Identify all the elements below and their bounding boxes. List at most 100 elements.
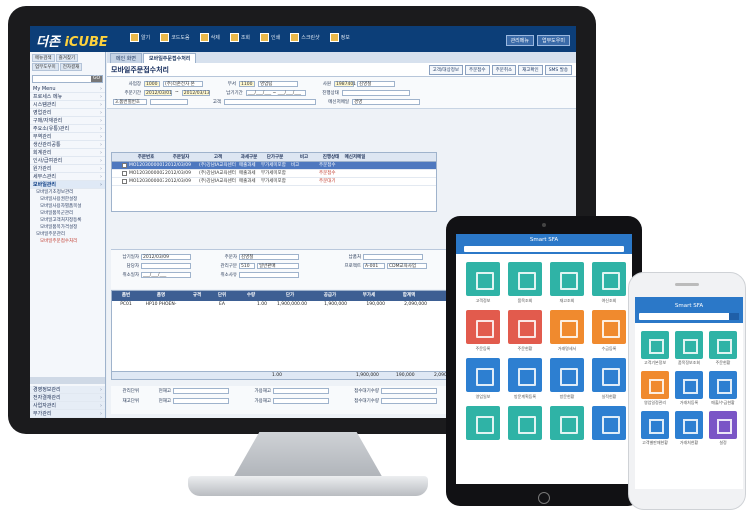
tablet-app-tile[interactable]: 주문등록	[466, 310, 500, 352]
sidebar-subitem[interactable]: 모바일기초정보관리	[30, 189, 105, 196]
phone-app-tile[interactable]: 고객별판매현황	[641, 411, 669, 445]
avail2-field[interactable]	[273, 398, 329, 404]
order-type-value-field[interactable]	[150, 98, 188, 105]
sidebar-top-button[interactable]: 즐겨찾기	[55, 54, 79, 62]
sidebar-subitem[interactable]: 모바일사용자별품목설	[30, 203, 105, 210]
sidebar-item[interactable]: 무역관리	[30, 133, 105, 141]
sidebar-item[interactable]: 모바일관리	[30, 181, 105, 189]
avail1-field[interactable]	[273, 388, 329, 394]
period-from-field[interactable]: 2012/03/01	[144, 89, 172, 96]
phone-app-tile[interactable]: 거래처등록	[675, 371, 703, 405]
sidebar-item[interactable]: 원가관리	[30, 165, 105, 173]
sidebar-item[interactable]: 주요소(유통)관리	[30, 125, 105, 133]
sidebar-item[interactable]: 영업관리	[30, 109, 105, 117]
sidebar-item[interactable]: 전자결재관리	[30, 394, 105, 402]
manage-code-field[interactable]: 510	[239, 262, 255, 269]
tablet-app-tile[interactable]	[550, 406, 584, 448]
sidebar-item[interactable]: 회계관리	[30, 149, 105, 157]
wait2-field[interactable]	[381, 398, 437, 404]
top-menu-item[interactable]: 인쇄	[260, 33, 280, 42]
tablet-app-tile[interactable]: 영업일보	[466, 358, 500, 400]
customer-field[interactable]	[224, 98, 316, 105]
company-name-field[interactable]: (주)더존전자 본	[163, 80, 203, 87]
sidebar-subitem[interactable]: 모바일품목군관리	[30, 210, 105, 217]
company-code-field[interactable]: 1000	[144, 80, 160, 87]
sidebar-item[interactable]: 인사/급여관리	[30, 157, 105, 165]
sidebar-subitem[interactable]: 모바일사용권한설정	[30, 196, 105, 203]
sidebar-item[interactable]: 세무스관리	[30, 173, 105, 181]
tablet-app-tile[interactable]	[592, 406, 626, 448]
project-code-field[interactable]: A-001	[363, 262, 385, 269]
tablet-app-tile[interactable]: 거래명세서	[550, 310, 584, 352]
top-right-button[interactable]: 관리메뉴	[505, 35, 534, 46]
sidebar-item[interactable]: 시스템관리	[30, 101, 105, 109]
top-menu-item[interactable]: 코드도움	[160, 33, 190, 42]
top-menu-item[interactable]: 정보	[329, 33, 350, 42]
sidebar-item[interactable]: 프로세스 메뉴	[30, 93, 105, 101]
action-button[interactable]: 주문취소	[491, 64, 517, 75]
search-icon[interactable]	[729, 313, 739, 320]
phone-app-tile[interactable]: 고객기본정보	[641, 331, 669, 365]
top-menu-item[interactable]: 스크린샷	[290, 33, 320, 42]
tablet-app-tile[interactable]	[508, 406, 542, 448]
sidebar-subitem[interactable]: 모바일주문접수처리	[30, 238, 105, 245]
dept-code-field[interactable]: 1100	[239, 80, 255, 87]
cancel-date-field[interactable]: ___/___/___	[141, 271, 191, 278]
status-select[interactable]	[341, 89, 410, 96]
home-button[interactable]	[538, 492, 550, 504]
tablet-app-tile[interactable]	[466, 406, 500, 448]
tablet-app-tile[interactable]: 실적현황	[592, 358, 626, 400]
top-right-button[interactable]: 업무도우미	[536, 35, 570, 46]
order-type-select[interactable]: 3.품번별번호	[113, 98, 147, 105]
sidebar-search-input[interactable]: GO	[32, 75, 103, 83]
phone-app-tile[interactable]: 거래처현황	[675, 411, 703, 445]
table-row[interactable]: MO1203000002 2012/03/09 (주)강남IA교육센터 매출과세 부가세…	[112, 170, 436, 178]
tablet-app-tile[interactable]: 여신조회	[592, 262, 626, 304]
sidebar-subitem[interactable]: 모바일주문관리	[30, 231, 105, 238]
orderer-field[interactable]: 김영철	[239, 253, 299, 260]
wait1-field[interactable]	[381, 388, 437, 394]
phone-search-input[interactable]	[639, 313, 739, 320]
sidebar-item[interactable]: 경영정보관리	[30, 386, 105, 394]
row-checkbox[interactable]	[121, 163, 127, 168]
tablet-app-tile[interactable]: 고객정보	[466, 262, 500, 304]
phone-app-tile[interactable]: 품목정보조회	[675, 331, 703, 365]
owner-field[interactable]	[141, 262, 191, 269]
sidebar-item[interactable]: 부가관리	[30, 410, 105, 418]
top-menu-item[interactable]: 조회	[229, 33, 250, 42]
delivery-range-field[interactable]: ___/___/___ ~ ___/___/___	[245, 89, 306, 96]
action-button[interactable]: 주문접수	[465, 64, 490, 75]
emp-name-field[interactable]: 김영철	[357, 80, 395, 87]
tablet-app-tile[interactable]: 방문현황	[550, 358, 584, 400]
phone-app-tile[interactable]: 설정	[709, 411, 737, 445]
top-menu-item[interactable]: 삭제	[199, 33, 220, 42]
table-row[interactable]: MO1203000003 2012/03/09 (주)강남IA교육센터 매출과세 부가세…	[112, 178, 436, 186]
period-to-field[interactable]: 2012/03/13	[181, 89, 210, 96]
phone-app-tile[interactable]: 주문현황	[709, 331, 737, 365]
tablet-app-tile[interactable]: 주문현황	[508, 310, 542, 352]
action-button[interactable]: SMS 발송	[544, 64, 572, 75]
stock1-field[interactable]	[173, 388, 229, 394]
manage-name-field[interactable]: 일반판매	[257, 262, 299, 269]
deliverer-field[interactable]	[363, 253, 423, 260]
sidebar-item[interactable]: My Menu	[30, 85, 105, 93]
project-name-field[interactable]: CDM교육사업	[387, 262, 427, 269]
sidebar-item[interactable]: 생산관리공통	[30, 141, 105, 149]
phone-app-tile[interactable]: 영업일정관리	[641, 371, 669, 405]
page-tab[interactable]: 메인 화면	[110, 53, 142, 63]
stock2-field[interactable]	[173, 398, 229, 404]
sidebar-scrollbar[interactable]	[30, 377, 105, 384]
row-checkbox[interactable]	[121, 179, 127, 184]
sidebar-subitem[interactable]: 모바일고객처지정등록	[30, 217, 105, 224]
delivery-date-field[interactable]: 2012/03/09	[141, 253, 191, 260]
top-menu-item[interactable]: 알기	[130, 33, 150, 42]
sidebar-item[interactable]: 구매/자재관리	[30, 117, 105, 125]
sidebar-top-button[interactable]: 전자결재	[59, 63, 83, 71]
page-tab[interactable]: 모바일주문접수처리	[143, 53, 197, 63]
sidebar-top-button[interactable]: 메뉴검색	[32, 54, 55, 62]
tablet-app-tile[interactable]: 품목조회	[508, 262, 542, 304]
action-button[interactable]: 재고확인	[518, 64, 543, 75]
emp-code-field[interactable]: 1987401	[334, 80, 356, 87]
tablet-app-tile[interactable]: 수금등록	[592, 310, 626, 352]
tablet-app-tile[interactable]: 방문계획등록	[508, 358, 542, 400]
